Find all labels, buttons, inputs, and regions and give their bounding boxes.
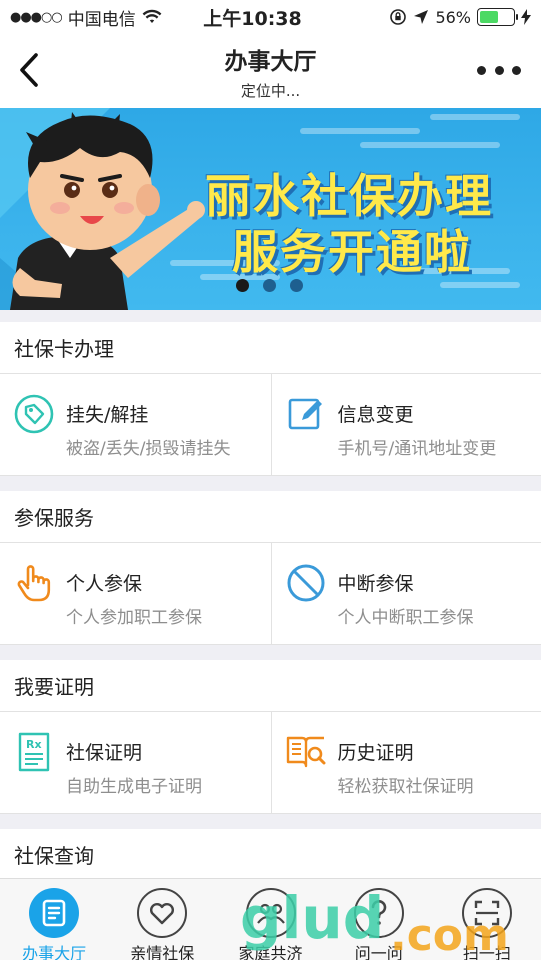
more-menu-button[interactable] — [477, 60, 521, 80]
tab-label: 问一问 — [354, 944, 403, 960]
orientation-lock-icon — [390, 9, 407, 25]
banner-headline-line2: 服务开通啦 — [232, 225, 472, 279]
document-icon — [29, 888, 80, 938]
signal-strength: ●●●○○ — [10, 9, 63, 25]
history-certificate-card[interactable]: 历史证明 轻松获取社保证明 — [270, 712, 541, 813]
card-description: 个人参加职工参保 — [66, 608, 202, 628]
question-icon — [353, 888, 404, 938]
info-change-card[interactable]: 信息变更 手机号/通讯地址变更 — [270, 374, 541, 475]
tab-label: 扫一扫 — [462, 944, 511, 960]
edit-icon — [288, 398, 322, 430]
location-status: 定位中... — [240, 82, 301, 100]
hand-pointer-icon — [17, 565, 51, 602]
book-search-icon — [286, 736, 325, 768]
location-arrow-icon — [414, 10, 429, 24]
card-description: 自助生成电子证明 — [66, 777, 202, 797]
card-description: 被盗/丢失/损毁请挂失 — [66, 439, 231, 459]
tab-label: 办事大厅 — [22, 944, 87, 960]
family-icon — [245, 888, 296, 938]
tab-label: 亲情社保 — [130, 944, 195, 960]
card-title: 中断参保 — [337, 573, 414, 595]
tab-family-insurance[interactable]: 亲情社保 — [108, 879, 216, 960]
heart-icon — [137, 888, 188, 938]
scan-icon — [461, 888, 512, 938]
wifi-icon — [142, 9, 162, 23]
bottom-tab-bar: 办事大厅 亲情社保 家庭共济 问一问 扫一扫 — [0, 878, 541, 960]
status-right: 56% — [331, 8, 531, 27]
personal-enroll-card[interactable]: 个人参保 个人参加职工参保 — [0, 543, 271, 644]
suspend-enroll-card[interactable]: 中断参保 个人中断职工参保 — [270, 543, 541, 644]
card-title: 挂失/解挂 — [66, 404, 149, 426]
section-header-card-services: 社保卡办理 — [0, 322, 541, 374]
carrier-name: 中国电信 — [67, 9, 136, 30]
charging-bolt-icon — [521, 9, 531, 25]
svg-text:Rx: Rx — [26, 738, 42, 751]
carousel-indicator — [236, 279, 303, 292]
carousel-dot[interactable] — [290, 279, 303, 292]
tab-family-mutual-aid[interactable]: 家庭共济 — [216, 879, 324, 960]
battery-percent: 56% — [435, 7, 471, 27]
card-row-card-services: 挂失/解挂 被盗/丢失/损毁请挂失 信息变更 手机号/通讯地址变更 — [0, 374, 541, 476]
prohibited-icon — [287, 564, 324, 602]
report-loss-card[interactable]: 挂失/解挂 被盗/丢失/损毁请挂失 — [0, 374, 271, 475]
navigation-bar: 办事大厅 定位中... — [0, 34, 541, 108]
card-title: 信息变更 — [337, 404, 414, 426]
section-header-insurance-services: 参保服务 — [0, 491, 541, 543]
card-title: 社保证明 — [66, 742, 143, 764]
card-title: 历史证明 — [337, 742, 414, 764]
section-header-query: 社保查询 — [0, 829, 541, 881]
promo-banner[interactable]: 丽水社保办理 服务开通啦 — [0, 108, 541, 310]
card-row-insurance-services: 个人参保 个人参加职工参保 中断参保 个人中断职工参保 — [0, 543, 541, 645]
card-description: 手机号/通讯地址变更 — [337, 439, 497, 459]
tab-ask[interactable]: 问一问 — [325, 879, 433, 960]
card-row-certificates: Rx 社保证明 自助生成电子证明 历史证明 轻松获取社保证明 — [0, 712, 541, 814]
carousel-dot[interactable] — [263, 279, 276, 292]
status-time: 上午10:38 — [203, 7, 302, 30]
card-description: 轻松获取社保证明 — [337, 777, 474, 797]
tab-label: 家庭共济 — [238, 944, 303, 960]
more-dot-icon — [494, 65, 504, 75]
section-header-certificates: 我要证明 — [0, 660, 541, 712]
tab-scan[interactable]: 扫一扫 — [433, 879, 541, 960]
tag-icon — [14, 394, 54, 434]
card-description: 个人中断职工参保 — [337, 608, 474, 628]
more-dot-icon — [477, 65, 486, 75]
battery-icon — [477, 8, 518, 26]
cartoon-character-illustration — [10, 112, 205, 310]
prescription-document-icon: Rx — [18, 732, 50, 772]
tab-service-hall[interactable]: 办事大厅 — [0, 879, 108, 960]
insurance-certificate-card[interactable]: Rx 社保证明 自助生成电子证明 — [0, 712, 271, 813]
carousel-dot[interactable] — [236, 279, 249, 292]
more-dot-icon — [512, 65, 521, 75]
card-title: 个人参保 — [66, 573, 143, 595]
status-bar: ●●●○○ 中国电信 上午10:38 56% — [0, 0, 541, 34]
page-title: 办事大厅 — [224, 49, 317, 75]
